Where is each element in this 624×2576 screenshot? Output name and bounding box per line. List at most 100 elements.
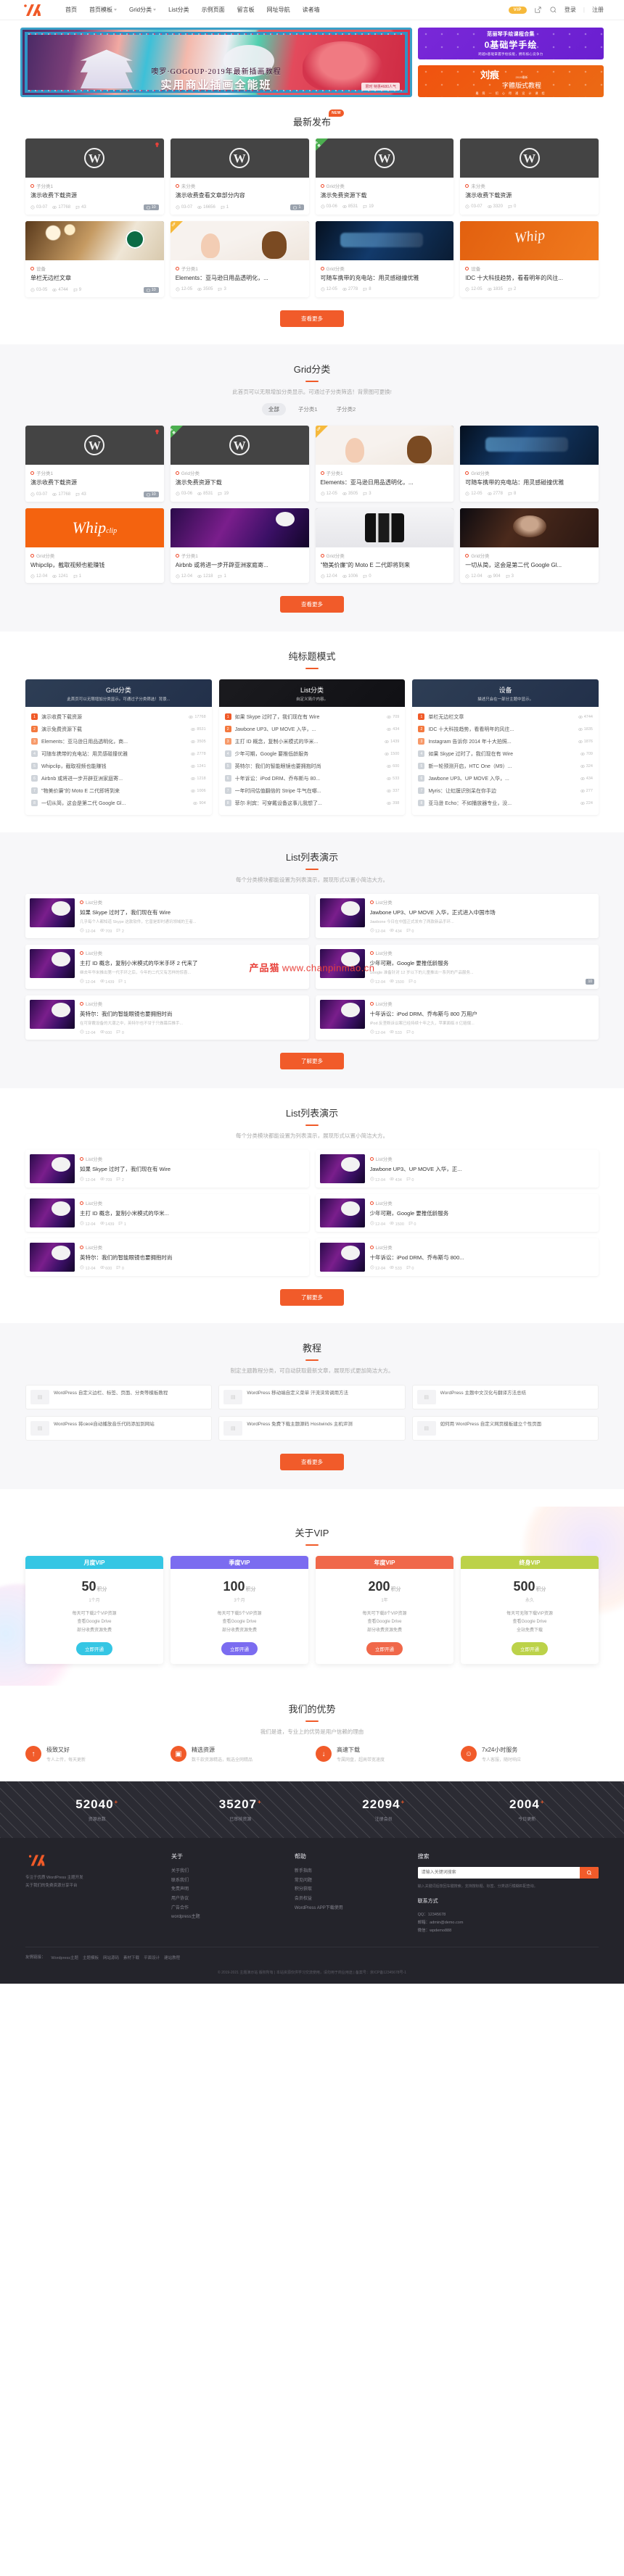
hero-banner[interactable]: 噢罗·GOGOUP·2019年最新插画教程 实用商业插画全能班 限时 特惠468…: [20, 28, 412, 97]
nav-item-6[interactable]: 网址导航: [267, 6, 290, 14]
search-button[interactable]: [579, 1867, 599, 1879]
vip-subscribe-button[interactable]: 立即开通: [221, 1642, 258, 1656]
title-mode-row[interactable]: 6 Airbnb 或将进一步开辟亚洲家庭寄... 1218: [31, 772, 206, 784]
list-category[interactable]: List分类: [80, 1155, 305, 1162]
list-row[interactable]: List分类 少年可期，Google 要推低龄服务 Google 准备针对 12 岁…: [315, 945, 599, 989]
card-title[interactable]: Elements：亚马逊日用品透明化，...: [321, 479, 449, 487]
card-title[interactable]: Whipclip，截取视频也能赚钱: [30, 562, 159, 570]
card-category[interactable]: Grid分类: [320, 265, 449, 272]
title-mode-row[interactable]: 5 英特尔：我们的智能眼镜也要拥抱时尚 600: [224, 760, 399, 772]
article-card[interactable]: Grid分类 可随车携带的充电站：用灵感碰撞优雅 12-05 2778 8: [460, 426, 599, 502]
list-category[interactable]: List分类: [369, 1155, 595, 1162]
card-category[interactable]: 子分类1: [30, 469, 159, 476]
nav-item-4[interactable]: 示例页面: [202, 6, 225, 14]
card-category[interactable]: Grid分类: [175, 469, 304, 476]
register-link[interactable]: 注册: [592, 6, 604, 14]
card-category[interactable]: 子分类1: [175, 265, 304, 272]
card-title[interactable]: Elements：亚马逊日用品透明化，...: [176, 275, 304, 283]
article-card[interactable]: Grid分类 一切从简，这会是第二代 Google Gl... 12-04 904 3: [460, 508, 599, 583]
footer-link[interactable]: 联系我们: [171, 1876, 284, 1886]
title-mode-row[interactable]: 4 少年可期，Google 要推低龄服务 1500: [224, 747, 399, 760]
card-title[interactable]: 可随车携带的充电站：用灵感碰撞优雅: [465, 479, 594, 487]
title-mode-row[interactable]: 2 IDC 十大科技趋势，看看明年的风往... 1835: [418, 723, 593, 735]
card-title[interactable]: "物美价廉"的 Moto E 二代即将到来: [321, 562, 449, 570]
article-card[interactable]: W 免费 Grid分类 演示免费资源下载 03-06 8531 19: [170, 426, 309, 502]
list-category[interactable]: List分类: [80, 1199, 305, 1206]
card-category[interactable]: 子分类1: [320, 469, 449, 476]
list-title[interactable]: 英特尔：我们的智能眼镜也要拥抱时尚: [80, 1010, 305, 1018]
vip-subscribe-button[interactable]: 立即开通: [366, 1642, 403, 1656]
title-mode-row[interactable]: 6 十年诉讼：iPod DRM、乔布斯与 80... 533: [224, 772, 399, 784]
list-category[interactable]: List分类: [369, 949, 595, 956]
title-mode-row[interactable]: 7 "物美价廉"的 Moto E 二代即将到来 1006: [31, 784, 206, 797]
footer-logo[interactable]: [25, 1852, 161, 1868]
nav-item-7[interactable]: 读者墙: [303, 6, 320, 14]
card-title[interactable]: 演示收费下载资源: [30, 479, 159, 487]
list-title[interactable]: 英特尔：我们的智能眼镜也要拥抱时尚: [80, 1254, 305, 1262]
vip-badge[interactable]: VIP: [508, 6, 527, 14]
list-title[interactable]: 主打 ID 概念，复制小米模式的华米...: [80, 1209, 305, 1217]
list-title[interactable]: 主打 ID 概念，复制小米模式的华米手环 2 代来了: [80, 959, 305, 967]
footer-tag[interactable]: 网站源码: [103, 1955, 119, 1960]
card-title[interactable]: 可随车携带的充电站：用灵感碰撞优雅: [321, 275, 449, 283]
list-demo-1-more-button[interactable]: 了解更多: [280, 1053, 344, 1069]
list-demo-2-more-button[interactable]: 了解更多: [280, 1289, 344, 1306]
list-row[interactable]: List分类 主打 ID 概念，复制小米模式的华米手环 2 代来了 继去年华米推出第…: [25, 945, 309, 989]
tutorial-item[interactable]: ▤ WordPress 移动端自定义菜单 汗流浃背调用方法: [218, 1385, 406, 1409]
login-link[interactable]: 登录: [565, 6, 576, 14]
list-row[interactable]: List分类 如果 Skype 过时了，我们现在有 Wire 几乎每个人都知道 Sk…: [25, 894, 309, 938]
list-category[interactable]: List分类: [369, 898, 595, 906]
card-category[interactable]: 未分类: [175, 182, 304, 189]
title-mode-row[interactable]: 1 演示收费下载资源 17768: [31, 711, 206, 723]
title-mode-row[interactable]: 4 如果 Skype 过时了，我们现在有 Wire 709: [418, 747, 593, 760]
footer-link[interactable]: 免责声明: [171, 1885, 284, 1894]
list-row[interactable]: List分类 如果 Skype 过时了，我们现在有 Wire 12-04 709 …: [25, 1150, 309, 1188]
list-title[interactable]: 少年可期，Google 要推低龄服务: [370, 959, 595, 967]
card-category[interactable]: 设备: [465, 265, 594, 272]
site-logo[interactable]: [20, 2, 46, 18]
article-card[interactable]: W 免费 Grid分类 演示免费资源下载 03-06 8531 19: [315, 138, 454, 215]
tutorial-item[interactable]: ▤ WordPress 免费下载主题源码 Hostwinds 主机评测: [218, 1416, 406, 1441]
nav-item-2[interactable]: Grid分类: [129, 6, 157, 14]
card-title[interactable]: 单栏无边栏文章: [30, 275, 159, 283]
card-category[interactable]: Grid分类: [320, 182, 449, 189]
vip-subscribe-button[interactable]: 立即开通: [76, 1642, 112, 1656]
title-mode-row[interactable]: 1 如果 Skype 过时了，我们现在有 Wire 709: [224, 711, 399, 723]
card-title[interactable]: 演示收费下载资源: [30, 192, 159, 200]
list-row[interactable]: List分类 Jawbone UP3、UP MOVE 入华，正... 12-04 …: [315, 1150, 599, 1188]
tutorial-more-button[interactable]: 查看更多: [280, 1454, 344, 1470]
list-row[interactable]: List分类 少年可期，Google 要推低龄服务 12-04 1500 0: [315, 1194, 599, 1232]
title-mode-row[interactable]: 3 Instagram 告诉你 2014 年十大拍照... 1876: [418, 735, 593, 747]
subcategory-tab-2[interactable]: 子分类2: [330, 403, 363, 415]
article-card[interactable]: W 子分类1 演示收费下载资源 03-07 17768 43 10: [25, 426, 164, 502]
article-card[interactable]: W 子分类1 演示收费下载资源 03-07 17768 43 10: [25, 138, 164, 215]
title-mode-row[interactable]: 4 可随车携带的充电站：用灵感碰撞优雅 2778: [31, 747, 206, 760]
card-category[interactable]: 设备: [30, 265, 159, 272]
subcategory-tab-1[interactable]: 子分类1: [292, 403, 324, 415]
list-category[interactable]: List分类: [369, 1243, 595, 1251]
footer-link[interactable]: 常见问题: [295, 1876, 408, 1886]
card-category[interactable]: 未分类: [465, 182, 594, 189]
card-category[interactable]: Grid分类: [465, 469, 594, 476]
vip-subscribe-button[interactable]: 立即开通: [512, 1642, 548, 1656]
nav-item-5[interactable]: 留言板: [237, 6, 255, 14]
nav-item-1[interactable]: 首页模板: [89, 6, 117, 14]
post-edit-icon[interactable]: [534, 6, 542, 14]
card-title[interactable]: 演示收费下载资源: [465, 192, 594, 200]
card-title[interactable]: 演示收费查看文章部分内容: [176, 192, 304, 200]
card-category[interactable]: Grid分类: [465, 552, 594, 559]
article-card[interactable]: Grid分类 可随车携带的充电站：用灵感碰撞优雅 12-05 2778 8: [315, 221, 454, 297]
article-card[interactable]: 设备 单栏无边栏文章 03-05 4744 9 10: [25, 221, 164, 297]
card-title[interactable]: IDC 十大科技趋势，看看明年的风往...: [465, 275, 594, 283]
tutorial-item[interactable]: ▤ WordPress 主题中文汉化与翻译方法总结: [411, 1385, 599, 1409]
list-row[interactable]: List分类 英特尔：我们的智能眼镜也要拥抱时尚 在可穿戴设备的大潮之中，英特尔也不…: [25, 995, 309, 1040]
list-row[interactable]: List分类 英特尔：我们的智能眼镜也要拥抱时尚 12-04 600 0: [25, 1238, 309, 1276]
footer-link[interactable]: wordpress主题: [171, 1913, 284, 1922]
ad-banner-typography[interactable]: 刘痕 2019最新 字體版式教程 最 简 一 招 心 得 通 设 计 课 程: [418, 65, 604, 97]
card-category[interactable]: 子分类1: [30, 182, 159, 189]
title-mode-row[interactable]: 3 主打 ID 概念，复制小米模式的华米... 1439: [224, 735, 399, 747]
nav-item-0[interactable]: 首页: [65, 6, 77, 14]
latest-more-button[interactable]: 查看更多: [280, 310, 344, 327]
article-card[interactable]: Grid分类 "物美价廉"的 Moto E 二代即将到来 12-04 1006 0: [315, 508, 454, 583]
list-title[interactable]: 少年可期，Google 要推低龄服务: [370, 1209, 595, 1217]
